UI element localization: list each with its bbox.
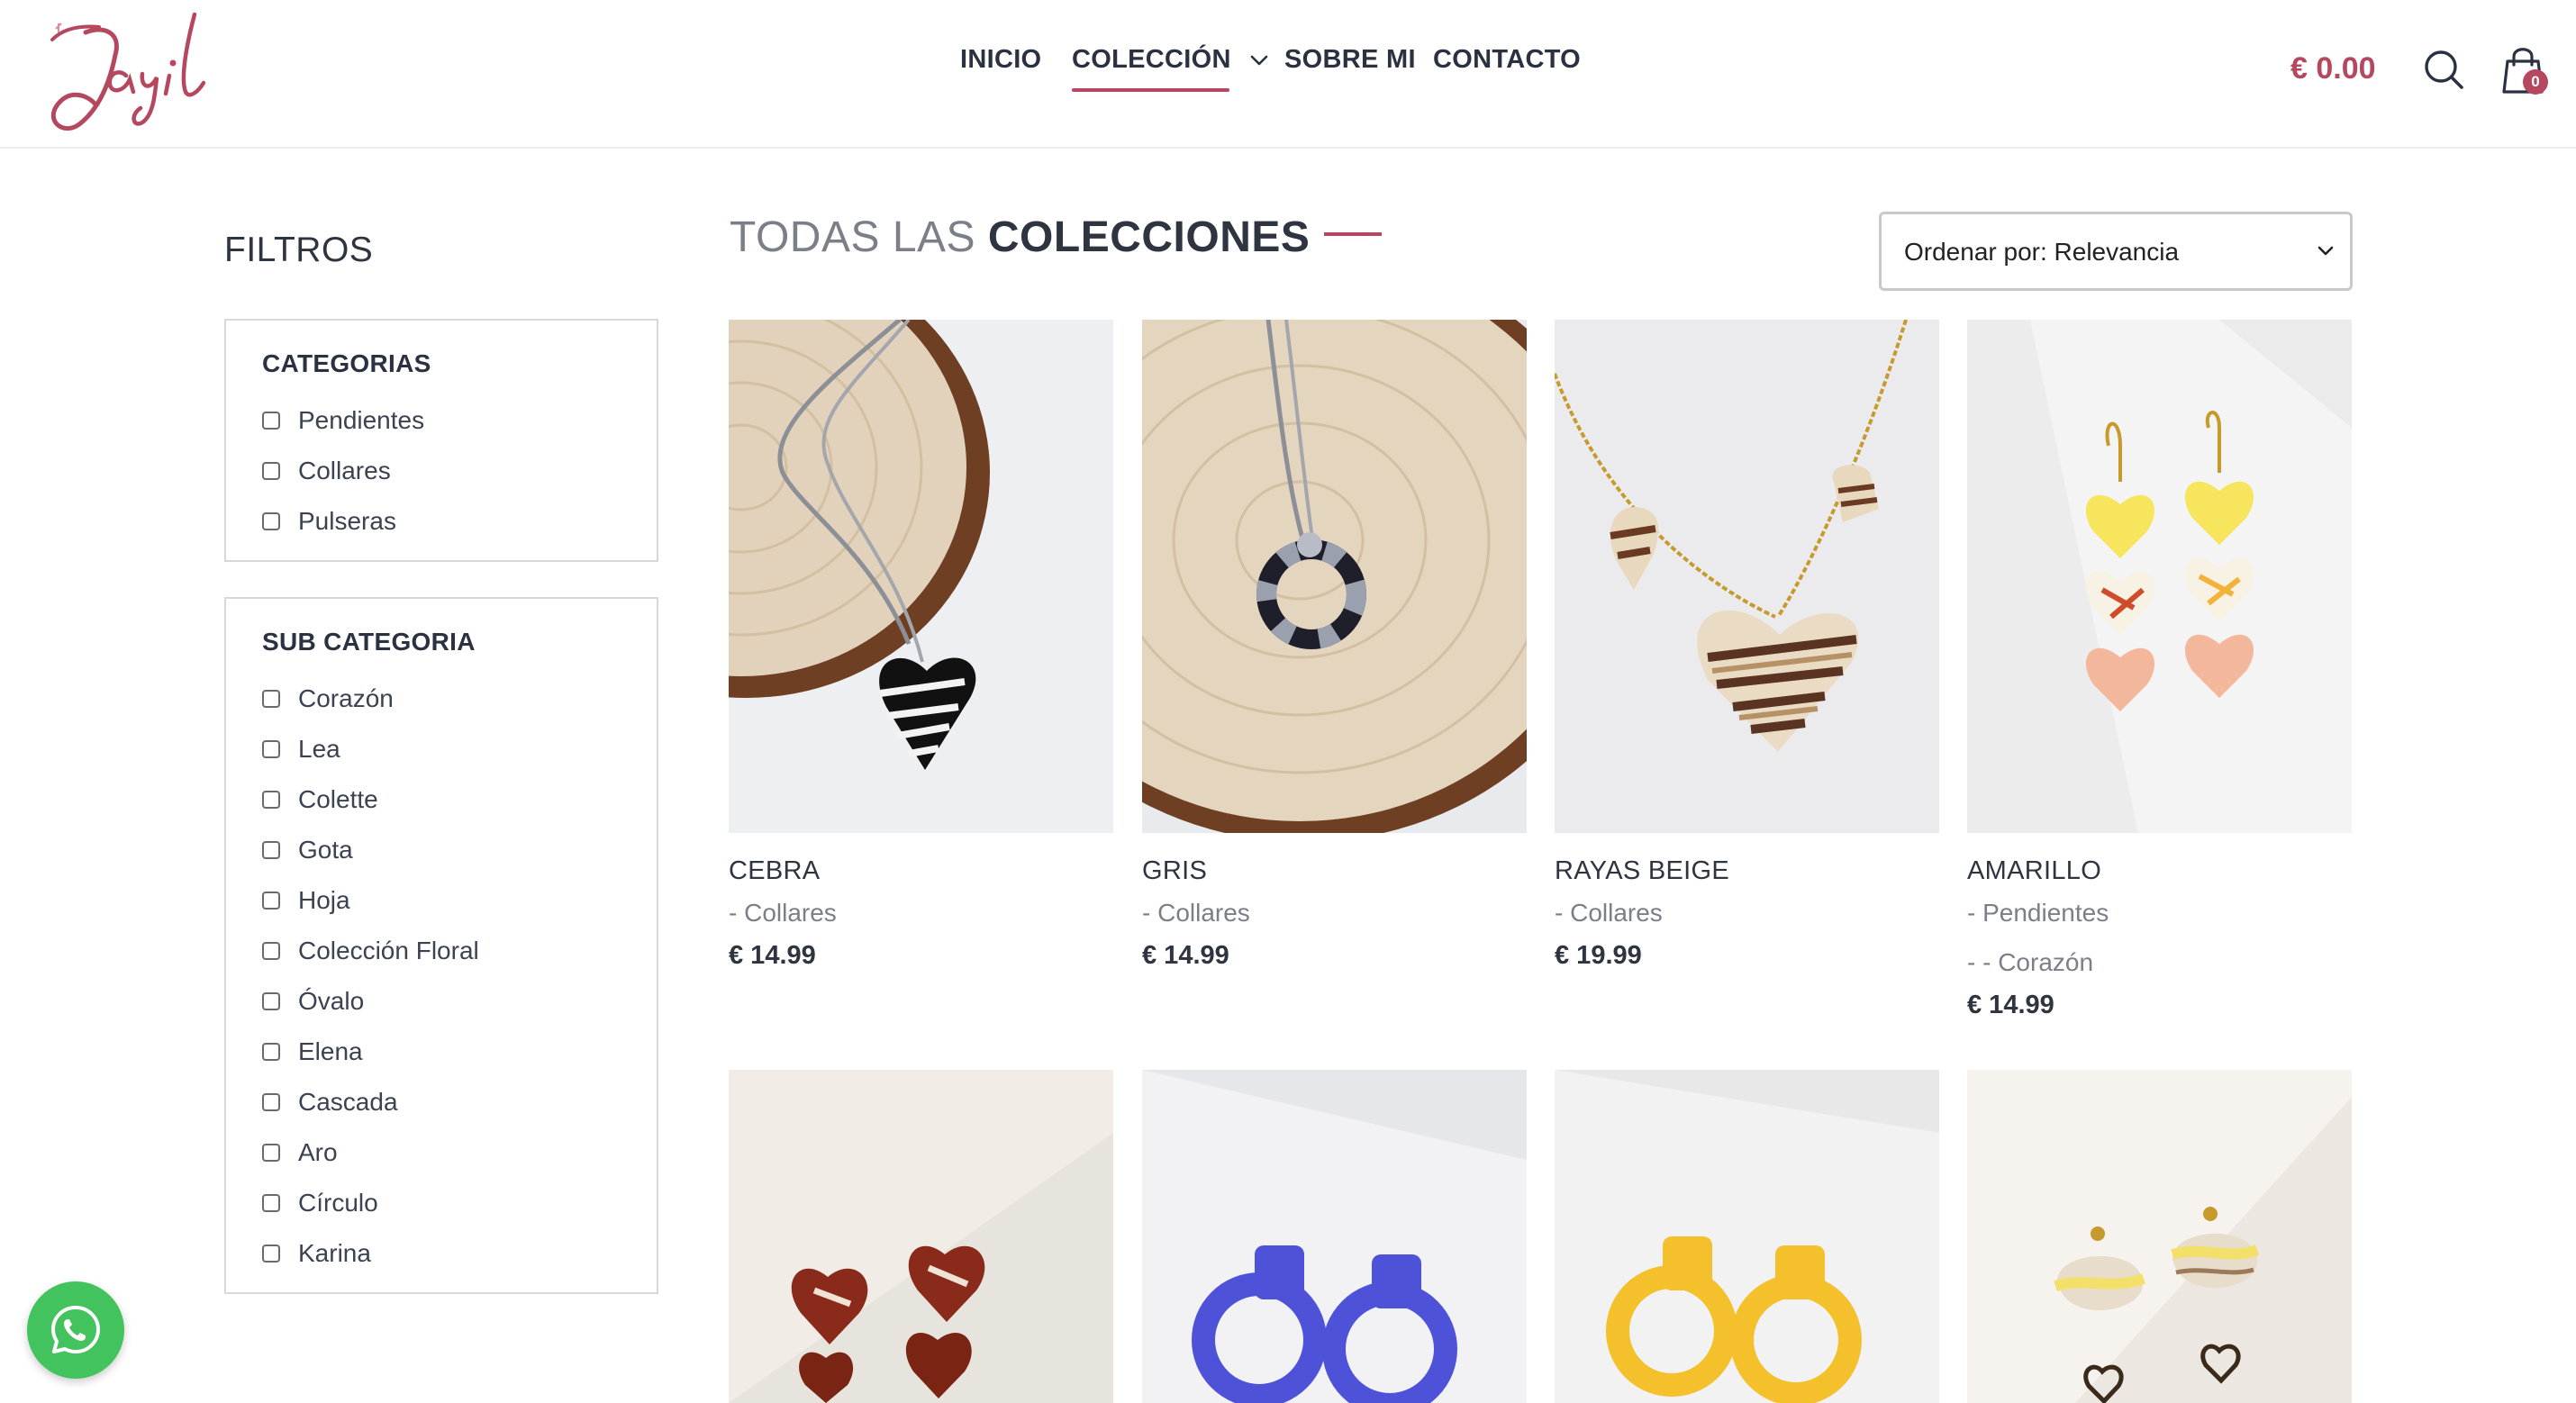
product-image-red-hearts[interactable] — [729, 1070, 1113, 1403]
filter-aro[interactable]: Aro — [262, 1127, 479, 1178]
filter-label: Corazón — [298, 684, 394, 712]
checkbox[interactable] — [262, 512, 280, 530]
product-image-cebra[interactable] — [729, 320, 1113, 833]
filter-coleccion-floral[interactable]: Colección Floral — [262, 926, 479, 976]
product-category: - Pendientes — [1967, 899, 2109, 927]
chevron-down-icon — [1250, 56, 1268, 66]
title-accent-line — [1324, 232, 1383, 237]
checkbox[interactable] — [262, 690, 280, 708]
nav-label: SOBRE MI — [1284, 45, 1416, 74]
nav-label: CONTACTO — [1433, 45, 1582, 74]
product-price: € 19.99 — [1555, 941, 1642, 970]
sort-select[interactable]: Ordenar por: Relevancia — [1879, 212, 2353, 291]
product-image-yellow-hoops[interactable] — [1555, 1070, 1939, 1403]
main-nav: INICIO COLECCIÓN SOBRE MI CONTACTO — [0, 45, 2576, 108]
checkbox[interactable] — [262, 1043, 280, 1061]
product-name[interactable]: RAYAS BEIGE — [1555, 856, 1729, 886]
product-image-beige-stones[interactable] — [1967, 1070, 2352, 1403]
filter-colette[interactable]: Colette — [262, 774, 479, 825]
nav-sobre-mi[interactable]: SOBRE MI — [1284, 45, 1416, 75]
filter-label: Óvalo — [298, 987, 365, 1015]
product-image-rayas-beige[interactable] — [1555, 320, 1939, 833]
filter-label: Pulseras — [298, 507, 396, 535]
checkbox[interactable] — [262, 1245, 280, 1263]
product-price: € 14.99 — [1142, 941, 1229, 970]
checkbox[interactable] — [262, 892, 280, 910]
page-title-light: TODAS LAS — [730, 213, 976, 261]
nav-contacto[interactable]: CONTACTO — [1433, 45, 1581, 75]
product-image-amarillo[interactable] — [1967, 320, 2352, 833]
whatsapp-button[interactable] — [27, 1281, 124, 1379]
product-category: - Collares — [1555, 899, 1663, 927]
product-name[interactable]: CEBRA — [729, 856, 820, 886]
checkbox[interactable] — [262, 1144, 280, 1162]
product-subcategory: - - Corazón — [1967, 948, 2094, 976]
cart-total[interactable]: € 0.00 — [2290, 51, 2376, 86]
filter-hoja[interactable]: Hoja — [262, 875, 479, 926]
filter-lea[interactable]: Lea — [262, 724, 479, 774]
subcategory-filter-title: SUB CATEGORIA — [262, 628, 476, 656]
product-name[interactable]: GRIS — [1142, 856, 1207, 886]
checkbox[interactable] — [262, 462, 280, 480]
filter-label: Colección Floral — [298, 937, 479, 964]
filter-pendientes[interactable]: Pendientes — [262, 395, 424, 446]
filter-elena[interactable]: Elena — [262, 1027, 479, 1077]
category-filter-box: CATEGORIAS Pendientes Collares Pulseras — [224, 319, 658, 562]
product-price: € 14.99 — [1967, 991, 2054, 1019]
category-filter-title: CATEGORIAS — [262, 349, 431, 377]
page-title-bold: COLECCIONES — [987, 213, 1311, 261]
filter-label: Elena — [298, 1037, 363, 1065]
nav-label: INICIO — [960, 45, 1042, 74]
filter-label: Gota — [298, 836, 353, 864]
product-price: € 14.99 — [729, 941, 816, 970]
subcategory-filter-list: Corazón Lea Colette Gota Hoja Colección … — [262, 674, 479, 1279]
filter-label: Karina — [298, 1239, 371, 1267]
filter-karina[interactable]: Karina — [262, 1228, 479, 1279]
chevron-down-icon — [2317, 246, 2334, 256]
filter-gota[interactable]: Gota — [262, 825, 479, 875]
filter-collares[interactable]: Collares — [262, 446, 424, 496]
filter-pulseras[interactable]: Pulseras — [262, 496, 424, 547]
site-header: INICIO COLECCIÓN SOBRE MI CONTACTO € 0.0… — [0, 0, 2576, 149]
checkbox[interactable] — [262, 992, 280, 1010]
filter-label: Collares — [298, 457, 391, 484]
filter-ovalo[interactable]: Óvalo — [262, 976, 479, 1027]
product-category: - Collares — [729, 899, 837, 927]
filter-cascada[interactable]: Cascada — [262, 1077, 479, 1127]
whatsapp-icon — [51, 1306, 100, 1353]
filter-label: Pendientes — [298, 406, 425, 434]
sort-label: Ordenar por: Relevancia — [1904, 238, 2180, 266]
nav-label: COLECCIÓN — [1072, 45, 1231, 74]
checkbox[interactable] — [262, 791, 280, 809]
filters-title: FILTROS — [224, 231, 374, 269]
checkbox[interactable] — [262, 942, 280, 960]
subcategory-filter-box: SUB CATEGORIA Corazón Lea Colette Gota H… — [224, 597, 658, 1294]
filter-label: Hoja — [298, 886, 350, 914]
nav-coleccion[interactable]: COLECCIÓN — [1072, 45, 1271, 92]
page-title: TODAS LAS COLECCIONES — [730, 213, 1383, 262]
filter-label: Cascada — [298, 1088, 398, 1116]
checkbox[interactable] — [262, 1194, 280, 1212]
checkbox[interactable] — [262, 412, 280, 430]
product-image-blue-hoops[interactable] — [1142, 1070, 1527, 1403]
filter-corazon[interactable]: Corazón — [262, 674, 479, 724]
nav-inicio[interactable]: INICIO — [960, 45, 1041, 75]
filter-label: Aro — [298, 1138, 338, 1166]
search-icon[interactable] — [2423, 49, 2464, 90]
cart-count-badge: 0 — [2523, 69, 2548, 95]
filter-label: Círculo — [298, 1189, 378, 1217]
filter-label: Colette — [298, 785, 378, 813]
checkbox[interactable] — [262, 740, 280, 758]
filter-circulo[interactable]: Círculo — [262, 1178, 479, 1228]
checkbox[interactable] — [262, 1093, 280, 1111]
product-name[interactable]: AMARILLO — [1967, 856, 2101, 886]
product-category: - Collares — [1142, 899, 1250, 927]
checkbox[interactable] — [262, 841, 280, 859]
filter-label: Lea — [298, 735, 340, 763]
category-filter-list: Pendientes Collares Pulseras — [262, 395, 424, 547]
product-image-gris[interactable] — [1142, 320, 1527, 833]
